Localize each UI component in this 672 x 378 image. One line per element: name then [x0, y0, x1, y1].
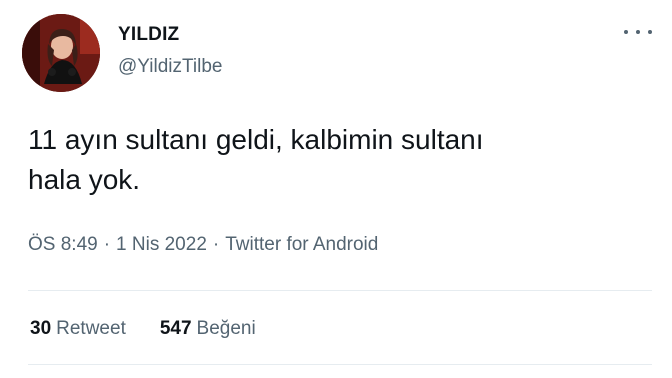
retweets-stat[interactable]: 30 Retweet — [30, 318, 126, 340]
tweet-meta: ÖS 8:49 · 1 Nis 2022 · Twitter for Android — [28, 234, 378, 256]
retweets-count: 30 — [30, 318, 52, 339]
tweet-date[interactable]: 1 Nis 2022 — [116, 234, 207, 255]
user-handle[interactable]: @YildizTilbe — [118, 56, 222, 78]
more-horizontal-icon[interactable] — [624, 22, 652, 42]
tweet-card: YILDIZ @YildizTilbe 11 ayın sultanı geld… — [0, 0, 672, 378]
likes-count: 547 — [159, 318, 192, 339]
more-dot — [636, 30, 640, 34]
meta-separator: · — [103, 234, 111, 255]
tweet-source[interactable]: Twitter for Android — [225, 234, 378, 255]
avatar-image — [22, 14, 100, 92]
likes-stat[interactable]: 547 Beğeni — [160, 318, 256, 340]
tweet-time[interactable]: ÖS 8:49 — [28, 234, 98, 255]
divider — [28, 290, 652, 291]
more-dot — [624, 30, 628, 34]
retweets-label: Retweet — [56, 318, 126, 339]
divider — [28, 364, 652, 365]
likes-label: Beğeni — [196, 318, 256, 339]
more-dot — [648, 30, 652, 34]
display-name[interactable]: YILDIZ — [118, 24, 179, 46]
avatar[interactable] — [22, 14, 100, 92]
tweet-stats: 30 Retweet 547 Beğeni — [30, 318, 256, 340]
tweet-text: 11 ayın sultanı geldi, kalbimin sultanı … — [28, 124, 484, 195]
meta-separator: · — [212, 234, 220, 255]
